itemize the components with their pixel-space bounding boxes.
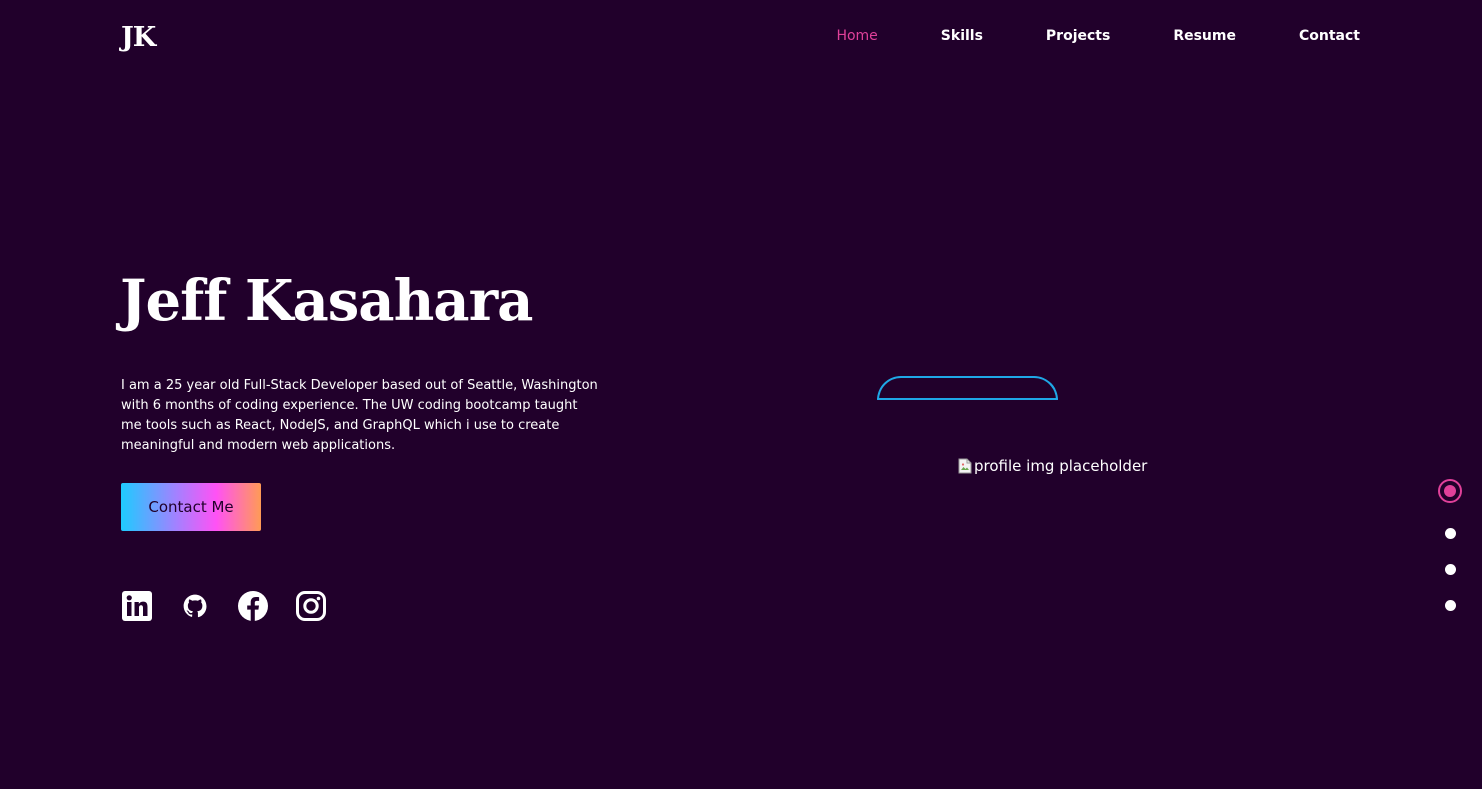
contact-me-button[interactable]: Contact Me	[121, 483, 261, 531]
nav-home[interactable]: Home	[836, 27, 877, 45]
main-nav: Home Skills Projects Resume Contact	[773, 27, 1360, 45]
decorative-arc	[877, 376, 1058, 400]
facebook-icon	[237, 590, 269, 622]
github-icon	[182, 593, 208, 619]
nav-projects[interactable]: Projects	[1046, 27, 1110, 45]
section-dots	[1438, 479, 1462, 611]
nav-resume[interactable]: Resume	[1173, 27, 1236, 45]
nav-skills[interactable]: Skills	[941, 27, 983, 45]
profile-image-alt-text: profile img placeholder	[974, 457, 1148, 475]
section-dot-2[interactable]	[1444, 528, 1456, 539]
section-dot-4[interactable]	[1444, 600, 1456, 611]
linkedin-link[interactable]	[121, 590, 153, 622]
section-dot-3[interactable]	[1444, 564, 1456, 575]
social-links	[121, 590, 353, 622]
site-logo[interactable]: JK	[121, 22, 156, 53]
hero-last-name: Kasahara	[244, 268, 534, 334]
linkedin-icon	[122, 591, 152, 621]
instagram-link[interactable]	[295, 590, 327, 622]
broken-image-icon	[957, 458, 973, 474]
hero-bio: I am a 25 year old Full-Stack Developer …	[121, 378, 598, 453]
facebook-link[interactable]	[237, 590, 269, 622]
hero-first-name: Jeff	[120, 268, 227, 334]
section-dot-1[interactable]	[1438, 479, 1462, 503]
instagram-icon	[296, 591, 326, 621]
profile-image: profile img placeholder	[957, 457, 1147, 475]
github-link[interactable]	[179, 590, 211, 622]
hero-name: Jeff Kasahara	[120, 268, 534, 334]
nav-contact[interactable]: Contact	[1299, 27, 1360, 45]
